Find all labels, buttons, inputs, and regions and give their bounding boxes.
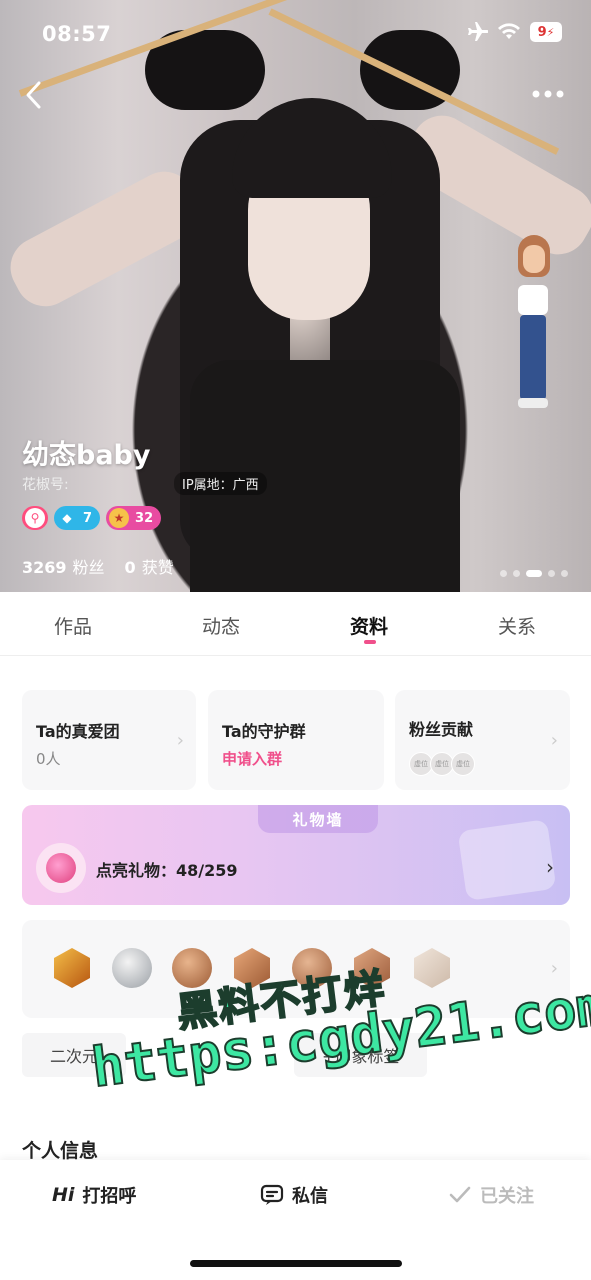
gift-wall-title: 礼物墙 <box>258 805 378 833</box>
message-button[interactable]: 私信 <box>260 1182 328 1208</box>
photo-arm-left <box>0 161 210 317</box>
active-tab-indicator <box>364 640 376 644</box>
more-options-icon[interactable] <box>530 82 566 106</box>
profile-tabs: 作品 动态 资料 关系 <box>0 592 591 656</box>
star-icon: ★ <box>109 508 130 528</box>
gift-lit-count: 点亮礼物：48/259 <box>96 861 238 880</box>
status-bar: 08:57 9 ⚡ <box>0 0 591 70</box>
fans-contribution-title: 粉丝贡献 <box>409 720 474 739</box>
tab-moments[interactable]: 动态 <box>202 612 240 639</box>
bottom-action-bar: Hi 打招呼 私信 已关注 <box>0 1160 591 1280</box>
gift-wall-card[interactable]: 礼物墙 点亮礼物：48/259 › <box>22 805 570 905</box>
greet-label: 打招呼 <box>82 1186 137 1207</box>
number-7-medal-icon <box>54 948 90 988</box>
likes-label: 获赞 <box>141 558 174 577</box>
fans-stats[interactable]: 3269 粉丝 0 获赞 <box>22 554 174 578</box>
join-group-link[interactable]: 申请入群 <box>222 748 282 769</box>
fans-count: 3269 <box>22 558 67 577</box>
message-label: 私信 <box>292 1186 328 1207</box>
star-badge[interactable]: ★ 32 <box>106 506 162 530</box>
contributor-placeholder: 虚位 <box>451 752 475 776</box>
tab-works[interactable]: 作品 <box>54 612 92 639</box>
chevron-right-icon: › <box>176 730 184 751</box>
photo-bangs <box>232 98 392 198</box>
guard-group-card[interactable]: Ta的守护群 申请入群 <box>208 690 384 790</box>
battery-level: 9 <box>537 24 547 40</box>
true-love-count: 0人 <box>36 750 61 768</box>
star-count: 32 <box>135 510 154 526</box>
chevron-right-icon: › <box>550 958 558 979</box>
key-icon: ⚲ <box>25 508 45 528</box>
profile-nickname: 幼态baby <box>22 440 151 471</box>
gift-icon <box>36 843 86 893</box>
personal-info-heading: 个人信息 <box>22 1140 99 1162</box>
followed-button[interactable]: 已关注 <box>448 1182 534 1208</box>
user-badges: ⚲ ◆ 7 ★ 32 <box>22 506 162 530</box>
chevron-right-icon: › <box>546 855 554 879</box>
silver-medal-icon <box>112 948 152 988</box>
wifi-icon <box>498 23 520 39</box>
status-time: 08:57 <box>42 22 112 46</box>
likes-count: 0 <box>124 558 136 577</box>
photo-page-indicator <box>500 570 568 577</box>
airplane-icon <box>468 22 488 41</box>
hi-icon: Hi <box>52 1184 75 1206</box>
diamond-icon: ◆ <box>62 511 72 525</box>
guard-group-title: Ta的守护群 <box>222 722 306 741</box>
pale-badge-icon <box>414 948 450 988</box>
home-indicator <box>190 1260 402 1267</box>
checkmark-icon <box>449 1186 471 1203</box>
chevron-right-icon: › <box>550 730 558 751</box>
followed-label: 已关注 <box>480 1186 534 1207</box>
diamond-badge[interactable]: ◆ 7 <box>54 506 101 530</box>
battery-icon: 9 ⚡ <box>530 22 562 42</box>
greet-button[interactable]: Hi 打招呼 <box>52 1182 136 1208</box>
profile-cover-photo[interactable] <box>0 0 591 592</box>
fans-contribution-card[interactable]: 粉丝贡献 虚位 虚位 虚位 › <box>395 690 570 790</box>
3d-avatar-figure[interactable] <box>510 235 556 410</box>
profile-id-label: 花椒号: <box>22 477 69 493</box>
tab-relations[interactable]: 关系 <box>498 612 536 639</box>
true-love-title: Ta的真爱团 <box>36 722 120 741</box>
status-icons: 9 ⚡ <box>466 22 562 42</box>
contributor-avatars: 虚位 虚位 虚位 <box>409 752 475 776</box>
ip-location-badge: IP属地：广西 <box>174 472 267 495</box>
diamond-count: 7 <box>83 510 93 526</box>
gift-box-decoration <box>457 819 557 901</box>
level-badge[interactable]: ⚲ <box>22 506 48 530</box>
fans-label: 粉丝 <box>72 558 105 577</box>
chat-icon <box>260 1184 284 1205</box>
tab-profile-info[interactable]: 资料 <box>350 612 388 639</box>
back-arrow-icon[interactable] <box>20 80 50 110</box>
true-love-card[interactable]: Ta的真爱团 0人 › <box>22 690 196 790</box>
